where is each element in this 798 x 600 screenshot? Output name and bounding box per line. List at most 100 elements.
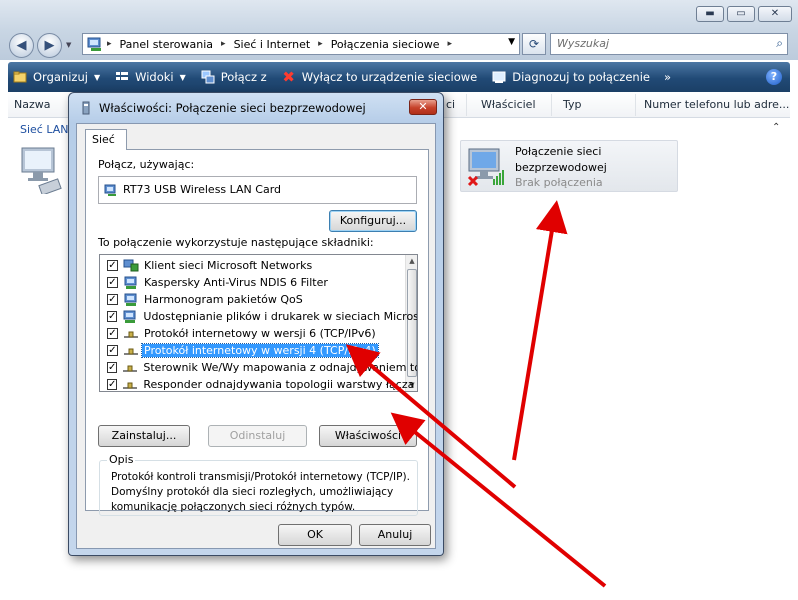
components-label: To połączenie wykorzystuje następujące s… [98,236,374,249]
install-button[interactable]: Zainstaluj... [98,425,190,447]
diagnose-icon [491,69,507,85]
component-label: Udostępnianie plików i drukarek w siecia… [143,310,418,323]
component-checkbox[interactable]: ✓ [107,294,118,305]
properties-button[interactable]: Właściwości [319,425,417,447]
component-checkbox[interactable]: ✓ [107,379,118,390]
column-divider[interactable] [635,94,636,116]
wireless-connection-icon [467,148,504,187]
collapse-group-icon[interactable]: ⌃ [772,122,780,133]
disable-x-icon: ✖ [282,68,295,86]
search-icon[interactable]: ⌕ [776,36,783,51]
protocol-icon [123,327,139,341]
back-arrow-icon: ◀ [16,38,27,53]
forward-button[interactable]: ▶ [37,33,62,58]
tab-panel-network: Połącz, używając: RT73 USB Wireless LAN … [85,149,429,516]
uninstall-button: Odinstaluj [208,425,307,447]
address-dropdown-icon[interactable]: ▼ [508,37,515,47]
column-partial[interactable]: ci [446,98,455,111]
recent-pages-dropdown-icon[interactable]: ▼ [66,41,71,49]
network-service-icon [122,310,138,324]
network-service-icon [123,293,139,307]
breadcrumb-separator-icon[interactable]: ▸ [448,39,453,49]
component-checkbox[interactable]: ✓ [107,260,118,271]
search-input[interactable]: Wyszukaj ⌕ [550,33,788,55]
address-row: ◀ ▶ ▼ ▸ Panel sterowania ▸ Sieć i Intern… [0,30,798,60]
component-row[interactable]: ✓ Kaspersky Anti-Virus NDIS 6 Filter [100,274,406,291]
network-card-icon [104,184,116,196]
component-label: Kaspersky Anti-Virus NDIS 6 Filter [144,276,328,289]
component-row[interactable]: ✓ Sterownik We/Wy mapowania z odnajdywani… [100,359,417,376]
network-adapter-icon [82,101,90,115]
column-name[interactable]: Nazwa [14,98,50,111]
views-menu[interactable]: Widoki ▼ [114,69,186,85]
component-row[interactable]: ✓ Protokół internetowy w wersji 6 (TCP/IP… [100,325,406,342]
component-row[interactable]: ✓ Responder odnajdywania topologii warstw… [100,376,414,391]
breadcrumb-separator-icon[interactable]: ▸ [221,39,226,49]
breadcrumb-separator-icon: ▸ [107,39,112,49]
component-label: Klient sieci Microsoft Networks [144,259,313,272]
refresh-button[interactable]: ⟳ [522,33,546,55]
lan-connection-icon[interactable] [18,144,66,194]
address-bar[interactable]: ▸ Panel sterowania ▸ Sieć i Internet ▸ P… [82,33,520,55]
organize-icon [12,69,28,85]
component-checkbox[interactable]: ✓ [107,277,118,288]
organize-label: Organizuj [33,70,88,84]
description-title: Opis [107,453,136,466]
configure-button[interactable]: Konfiguruj... [329,210,417,232]
component-checkbox[interactable]: ✓ [107,345,118,356]
adapter-name: RT73 USB Wireless LAN Card [123,183,282,196]
disable-device-button[interactable]: ✖ Wyłącz to urządzenie sieciowe [281,68,478,86]
control-panel-icon [87,37,101,51]
dialog-close-button[interactable]: ✕ [409,99,437,115]
component-label: Protokół internetowy w wersji 6 (TCP/IPv… [144,327,376,340]
component-row[interactable]: ✓ Protokół internetowy w wersji 4 (TCP/IP… [100,342,406,359]
connect-using-label: Połącz, używając: [98,158,195,171]
component-row[interactable]: ✓ Harmonogram pakietów QoS [100,291,406,308]
component-checkbox[interactable]: ✓ [107,328,118,339]
diagnose-button[interactable]: Diagnozuj to połączenie [491,69,650,85]
column-phone[interactable]: Numer telefonu lub adre... [644,98,789,111]
more-commands-button[interactable]: » [664,70,671,84]
chevron-down-icon: ▼ [93,72,101,82]
breadcrumb-control-panel[interactable]: Panel sterowania [120,38,214,51]
views-icon [114,69,130,85]
component-row[interactable]: ✓ Klient sieci Microsoft Networks [100,257,406,274]
component-checkbox[interactable]: ✓ [107,311,118,322]
close-window-button[interactable]: ✕ [758,6,792,22]
network-client-icon [123,259,139,273]
protocol-icon [122,361,138,375]
column-divider[interactable] [551,94,552,116]
organize-menu[interactable]: Organizuj ▼ [12,69,100,85]
properties-dialog: Właściwości: Połączenie sieci bezprzewod… [68,92,444,556]
help-icon[interactable]: ? [766,69,782,85]
protocol-icon [123,344,139,358]
components-list[interactable]: ▲ ▼ ✓ Klient sieci Microsoft Networks ✓ Kas… [99,254,418,392]
network-service-icon [123,276,139,290]
wireless-connection-item[interactable]: Połączenie sieci bezprzewodowej Brak poł… [460,140,678,192]
ok-button[interactable]: OK [278,524,352,546]
breadcrumb-network-internet[interactable]: Sieć i Internet [234,38,311,51]
breadcrumb-separator-icon[interactable]: ▸ [318,39,323,49]
column-divider[interactable] [466,94,467,116]
breadcrumb-network-connections[interactable]: Połączenia sieciowe [331,38,440,51]
column-owner[interactable]: Właściciel [481,98,536,111]
more-chevron-icon: » [663,70,672,84]
disable-label: Wyłącz to urządzenie sieciowe [301,70,478,84]
component-row[interactable]: ✓ Udostępnianie plików i drukarek w sieci… [100,308,417,325]
column-type[interactable]: Typ [563,98,582,111]
command-toolbar: Organizuj ▼ Widoki ▼ Połącz z ✖ Wyłącz t… [8,62,790,92]
component-checkbox[interactable]: ✓ [107,362,118,373]
back-button[interactable]: ◀ [9,33,34,58]
component-label: Sterownik We/Wy mapowania z odnajdywanie… [143,361,417,374]
minimize-button[interactable]: ▬ [696,6,724,22]
forward-arrow-icon: ▶ [44,38,55,53]
maximize-button[interactable]: ▭ [727,6,755,22]
cancel-button[interactable]: Anuluj [359,524,431,546]
component-label: Responder odnajdywania topologii warstwy… [143,378,415,391]
diagnose-label: Diagnozuj to połączenie [512,70,650,84]
tab-network[interactable]: Sieć [85,129,127,150]
connect-to-button[interactable]: Połącz z [200,69,267,85]
scroll-up-icon[interactable]: ▲ [406,255,417,267]
connection-name-line1: Połączenie sieci [515,145,602,158]
group-header-lan[interactable]: Sieć LAN [20,123,69,136]
